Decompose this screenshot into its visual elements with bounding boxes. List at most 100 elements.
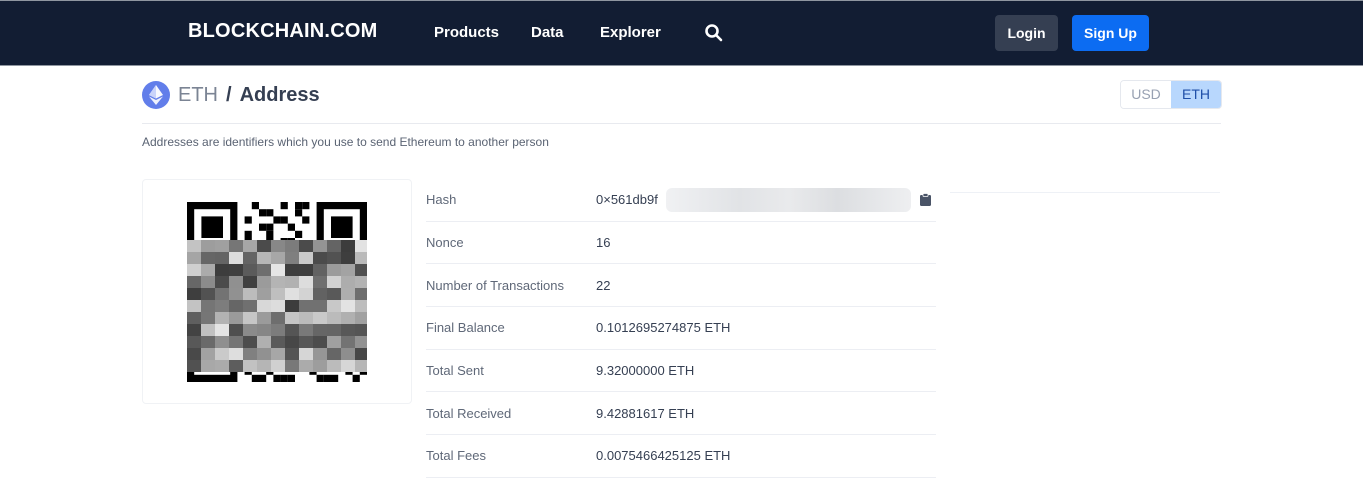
search-icon[interactable] xyxy=(704,23,724,43)
login-button[interactable]: Login xyxy=(995,15,1058,51)
detail-row-nonce: Nonce 16 xyxy=(426,222,936,265)
detail-value: 9.32000000 ETH xyxy=(596,363,695,379)
qr-redaction-block xyxy=(215,336,229,348)
qr-redaction-block xyxy=(229,252,243,264)
qr-module xyxy=(244,230,252,238)
nav-data[interactable]: Data xyxy=(531,24,564,41)
qr-redaction-block xyxy=(229,312,243,324)
qr-module xyxy=(331,374,339,382)
detail-row-transactions: Number of Transactions 22 xyxy=(426,264,936,308)
qr-redaction-block xyxy=(187,336,201,348)
toggle-eth[interactable]: ETH xyxy=(1171,81,1221,108)
detail-label: Hash xyxy=(426,192,457,208)
breadcrumb: ETH / Address xyxy=(142,80,320,110)
qr-redaction-block xyxy=(271,264,285,276)
nav-explorer[interactable]: Explorer xyxy=(600,24,661,41)
top-navbar: BLOCKCHAIN.COM Products Data Explorer Lo… xyxy=(0,0,1363,66)
qr-redaction-block xyxy=(341,360,355,372)
qr-redaction-block xyxy=(285,276,299,288)
qr-redaction-block xyxy=(313,300,327,312)
qr-redaction-block xyxy=(355,288,367,300)
breadcrumb-coin[interactable]: ETH xyxy=(178,84,218,107)
qr-redaction-block xyxy=(299,336,313,348)
qr-redaction-block xyxy=(313,324,327,336)
qr-redaction-block xyxy=(299,360,313,372)
signup-button[interactable]: Sign Up xyxy=(1072,15,1149,51)
qr-module xyxy=(316,374,324,382)
qr-redaction-block xyxy=(187,324,201,336)
qr-redaction-block xyxy=(201,312,215,324)
clipboard-icon[interactable] xyxy=(920,193,931,206)
qr-redaction-block xyxy=(285,240,299,252)
qr-redaction-block xyxy=(215,348,229,360)
toggle-usd[interactable]: USD xyxy=(1121,81,1171,108)
qr-module xyxy=(287,374,295,382)
detail-label: Number of Transactions xyxy=(426,277,565,293)
detail-row-total-sent: Total Sent 9.32000000 ETH xyxy=(426,350,936,393)
qr-redaction-block xyxy=(271,288,285,300)
qr-module xyxy=(295,202,303,210)
qr-redaction-block xyxy=(299,348,313,360)
qr-redaction-block xyxy=(271,240,285,252)
qr-module xyxy=(302,216,310,224)
hash-value[interactable]: 0×561db9f xyxy=(596,192,658,207)
qr-redaction-block xyxy=(285,288,299,300)
qr-redaction-block xyxy=(299,264,313,276)
header-divider xyxy=(142,123,1221,124)
qr-module xyxy=(323,374,331,382)
qr-redaction-block xyxy=(201,348,215,360)
qr-redaction-block xyxy=(257,300,271,312)
qr-redaction-block xyxy=(285,252,299,264)
qr-redaction-block xyxy=(257,312,271,324)
qr-redaction-block xyxy=(313,360,327,372)
qr-redaction-block xyxy=(341,288,355,300)
qr-redaction-block xyxy=(355,312,367,324)
qr-redaction-block xyxy=(313,348,327,360)
qr-redaction-block xyxy=(215,360,229,372)
address-details-table: Hash 0×561db9f Nonce 16 Number of Transa… xyxy=(426,179,936,478)
qr-redaction-block xyxy=(313,276,327,288)
qr-redaction-block xyxy=(229,276,243,288)
qr-redaction-block xyxy=(201,276,215,288)
qr-redaction-block xyxy=(327,324,341,336)
qr-redaction-block xyxy=(243,264,257,276)
qr-redaction-block xyxy=(201,252,215,264)
qr-redaction-block xyxy=(355,240,367,252)
detail-row-final-balance: Final Balance 0.1012695274875 ETH xyxy=(426,307,936,350)
qr-redaction-block xyxy=(299,252,313,264)
qr-redaction-block xyxy=(327,240,341,252)
qr-redaction-block xyxy=(327,252,341,264)
detail-value: 0.1012695274875 ETH xyxy=(596,320,731,336)
qr-redaction-block xyxy=(355,276,367,288)
qr-redaction-block xyxy=(229,336,243,348)
qr-redaction-block xyxy=(299,300,313,312)
qr-code xyxy=(187,202,367,382)
qr-redaction-block xyxy=(285,264,299,276)
qr-redaction-block xyxy=(229,240,243,252)
qr-redaction-block xyxy=(341,276,355,288)
qr-redaction-block xyxy=(341,324,355,336)
qr-redaction-block xyxy=(215,276,229,288)
page-description: Addresses are identifiers which you use … xyxy=(142,135,549,149)
detail-label: Total Received xyxy=(426,405,512,421)
qr-redaction-block xyxy=(257,288,271,300)
qr-redaction-block xyxy=(327,348,341,360)
qr-redaction-block xyxy=(215,264,229,276)
qr-redaction-block xyxy=(271,336,285,348)
qr-module xyxy=(259,223,267,231)
qr-module xyxy=(280,216,288,224)
qr-redaction-block xyxy=(341,240,355,252)
nav-products[interactable]: Products xyxy=(434,24,499,41)
qr-redaction-block xyxy=(187,300,201,312)
qr-redaction-block xyxy=(271,324,285,336)
qr-redaction-block xyxy=(341,348,355,360)
qr-redaction-block xyxy=(299,240,313,252)
qr-redaction-block xyxy=(215,252,229,264)
qr-module xyxy=(295,209,303,217)
detail-row-total-received: Total Received 9.42881617 ETH xyxy=(426,392,936,436)
qr-redaction-block xyxy=(229,324,243,336)
qr-redaction-block xyxy=(327,360,341,372)
detail-value: 9.42881617 ETH xyxy=(596,405,695,421)
brand-logo[interactable]: BLOCKCHAIN.COM xyxy=(188,20,377,43)
qr-module xyxy=(251,374,259,382)
